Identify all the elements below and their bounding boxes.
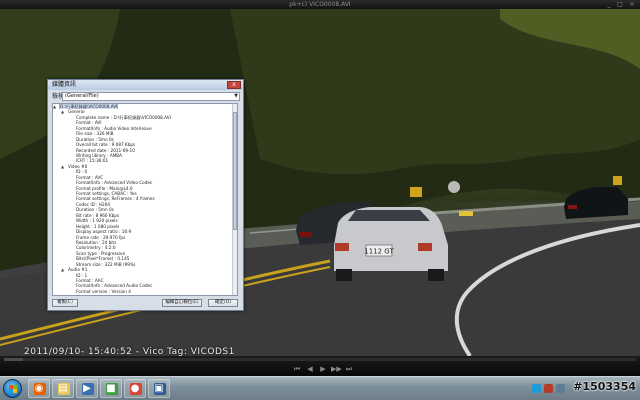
- player-controls: ⏮ ◀ ▶ ▶▶ ⏭: [0, 356, 640, 376]
- dialog-titlebar: 媒體資訊 x: [48, 80, 243, 90]
- taskbar-app-green-app[interactable]: ■: [100, 379, 122, 398]
- taskbar-app-explorer[interactable]: ▤: [52, 379, 74, 398]
- firefox-icon-glyph: ◉: [34, 383, 44, 394]
- ok-button[interactable]: 確定(O): [208, 299, 238, 307]
- license-plate: 1112 GT: [364, 248, 394, 256]
- taskbar-app-chrome[interactable]: ●: [124, 379, 146, 398]
- green-app-icon-glyph: ■: [106, 383, 116, 394]
- scrollbar-thumb[interactable]: [233, 112, 237, 230]
- chrome-icon-glyph: ●: [130, 383, 140, 394]
- display-icon-glyph: ▣: [154, 383, 164, 394]
- play-icon[interactable]: ▶: [318, 365, 328, 374]
- tree-node[interactable]: Format version : Version 4: [53, 289, 233, 294]
- system-tray: [530, 382, 568, 396]
- tray-icon-3[interactable]: [556, 384, 565, 393]
- prev-icon[interactable]: ⏮: [292, 365, 302, 374]
- seek-progress: [4, 358, 23, 361]
- view-select-value: (General/File): [65, 93, 99, 99]
- start-button[interactable]: [3, 379, 22, 398]
- watermark-text: #1503354: [573, 380, 636, 393]
- tree-scrollbar[interactable]: [232, 104, 237, 295]
- dialog-title: 媒體資訊: [52, 81, 77, 88]
- seek-bar[interactable]: [4, 358, 636, 361]
- taskbar: ◉ ▤ ▶ ■ ● ▣: [0, 376, 640, 400]
- edit-fields-button[interactable]: 編輯自訂欄位(E): [162, 299, 202, 307]
- tray-icon-2[interactable]: [544, 384, 553, 393]
- media-info-dialog: 媒體資訊 x 檢視 (General/File) ▼ ▲ D:\行車紀錄器\VIC…: [47, 79, 244, 311]
- copy-button[interactable]: 複製(C): [52, 299, 78, 307]
- view-select[interactable]: (General/File) ▼: [62, 92, 240, 101]
- minimize-icon[interactable]: _: [604, 1, 614, 8]
- skype-icon[interactable]: [532, 384, 541, 393]
- taskbar-app-display[interactable]: ▣: [148, 379, 170, 398]
- maximize-icon[interactable]: □: [615, 1, 625, 8]
- windows-logo-icon: [9, 385, 17, 393]
- folder-icon-glyph: ▤: [58, 383, 68, 394]
- rewind-icon[interactable]: ◀: [305, 365, 315, 374]
- taskbar-app-firefox[interactable]: ◉: [28, 379, 50, 398]
- chevron-down-icon: ▼: [234, 93, 238, 99]
- video-timestamp-overlay: 2011/09/10- 15:40:52 - Vico Tag: VICODS1: [24, 347, 235, 356]
- player-titlebar: pk+c) VICO0008.AVI _ □ ×: [0, 0, 640, 9]
- taskbar-app-media[interactable]: ▶: [76, 379, 98, 398]
- tree-lines: ▲ D:\行車紀錄器\VICO0008.AVI ▲ General Complete n…: [53, 104, 233, 294]
- media-player-icon-glyph: ▶: [83, 383, 91, 394]
- media-info-tree[interactable]: ▲ D:\行車紀錄器\VICO0008.AVI ▲ General Complete n…: [52, 103, 238, 296]
- next-icon[interactable]: ⏭: [344, 365, 354, 374]
- dialog-close-button[interactable]: x: [227, 81, 241, 89]
- close-icon[interactable]: ×: [627, 1, 637, 8]
- tree-node-label: Format version : Version 4: [76, 288, 131, 294]
- forward-icon[interactable]: ▶▶: [331, 365, 342, 374]
- player-title: pk+c) VICO0008.AVI: [289, 1, 351, 8]
